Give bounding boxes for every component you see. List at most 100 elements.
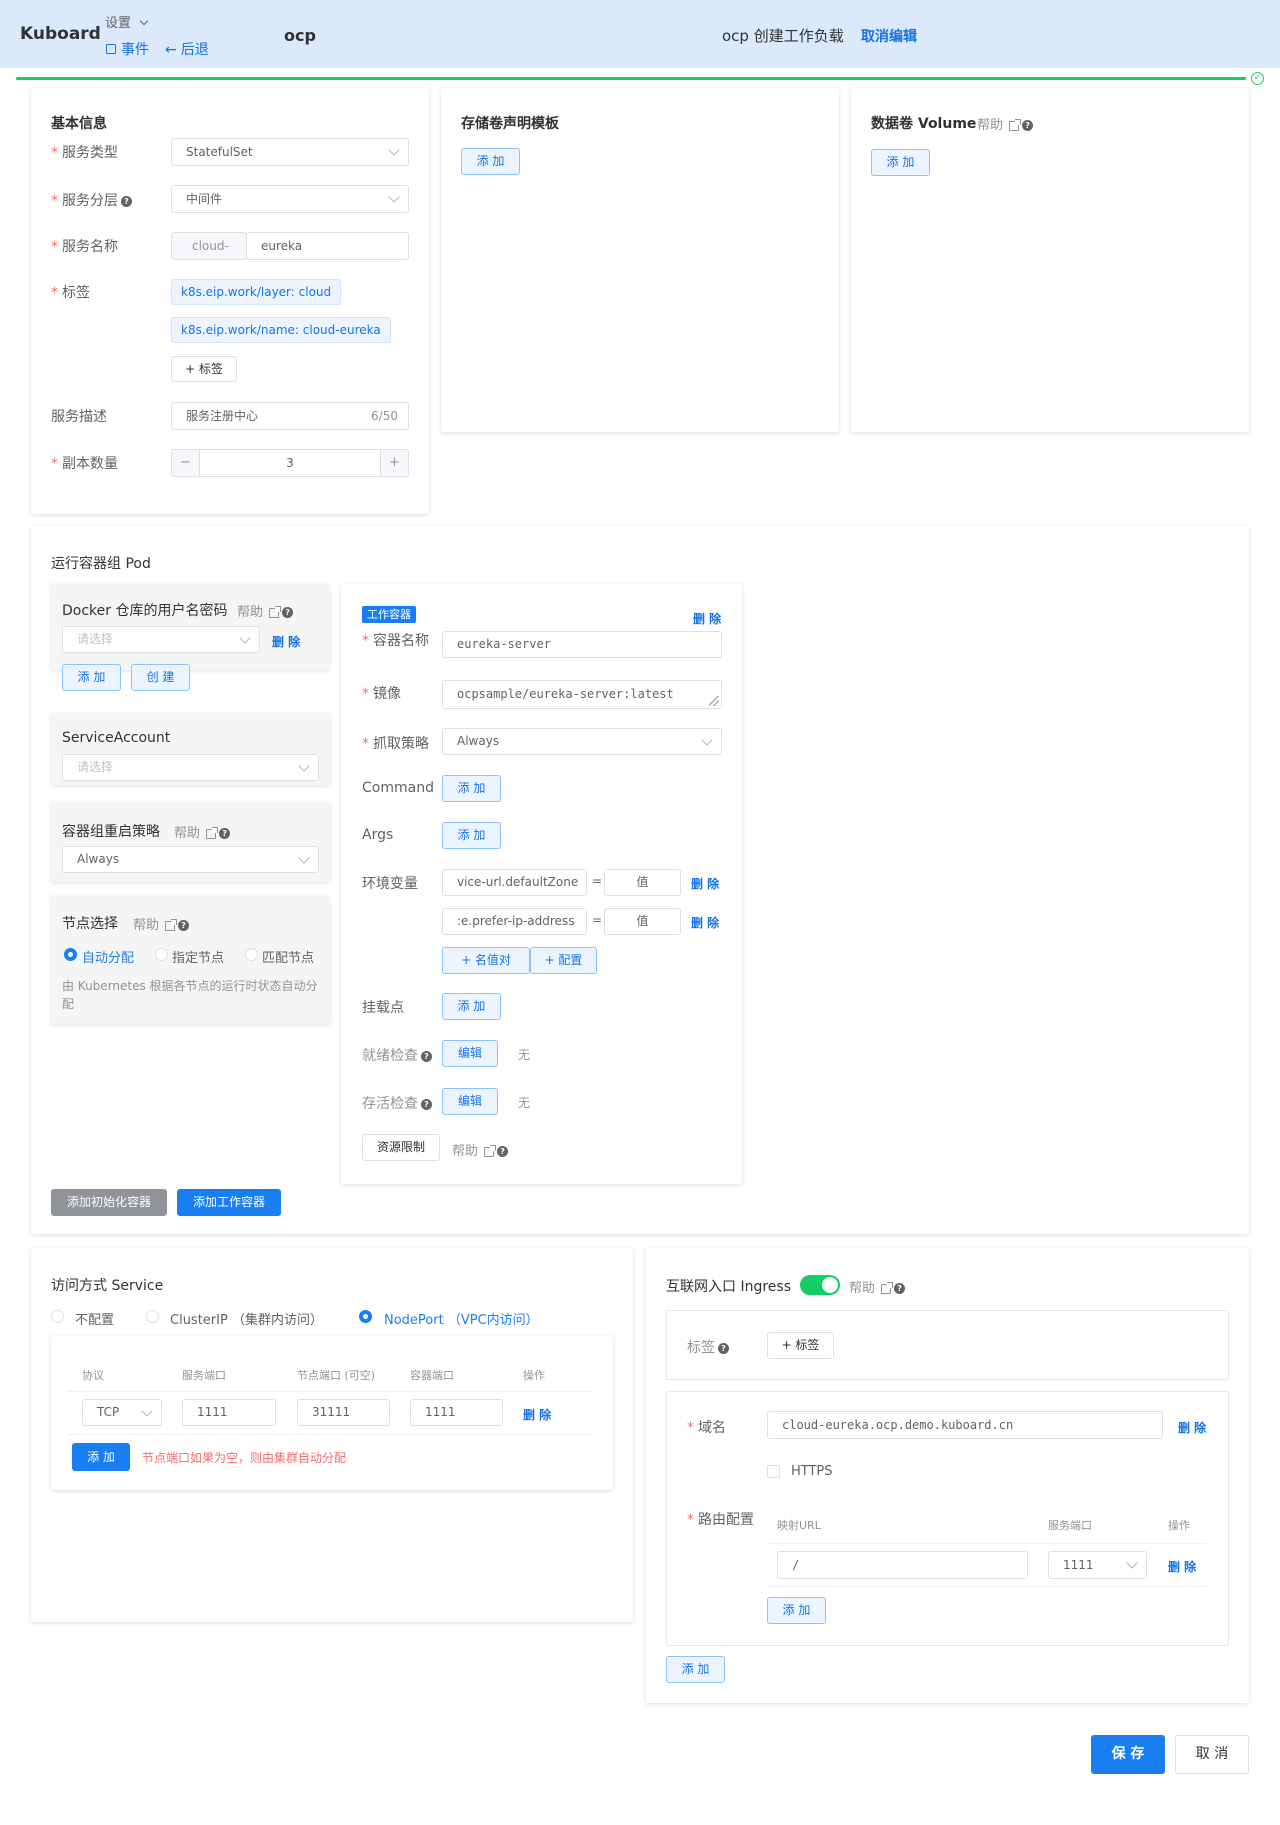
add-env-config-button[interactable]: + 配置 [530, 947, 597, 974]
add-route-button[interactable]: 添 加 [767, 1597, 826, 1624]
docker-delete-link[interactable]: 删 除 [272, 633, 300, 650]
help-icon[interactable]: ? [421, 1098, 432, 1110]
resource-limit-button[interactable]: 资源限制 [362, 1134, 440, 1161]
env-key-input[interactable]: vice-url.defaultZone [442, 869, 587, 896]
docker-create-button[interactable]: 创 建 [131, 664, 190, 691]
back-link[interactable]: ← 后退 [165, 39, 209, 59]
add-ingress-rule-button[interactable]: 添 加 [666, 1656, 725, 1683]
ingress-add-label-button[interactable]: + 标签 [767, 1332, 834, 1359]
add-pvc-button[interactable]: 添 加 [461, 148, 520, 175]
target-port-input[interactable]: 1111 [410, 1399, 503, 1426]
add-volume-button[interactable]: 添 加 [871, 149, 930, 176]
radio-nodeport[interactable] [359, 1310, 372, 1323]
edit-readiness-button[interactable]: 编辑 [442, 1040, 498, 1067]
env-key-input[interactable]: :e.prefer-ip-address [442, 908, 587, 935]
restart-help-link[interactable]: 帮助? [174, 822, 231, 841]
radio-specify-node-label[interactable]: 指定节点 [172, 947, 224, 966]
https-checkbox[interactable] [767, 1465, 780, 1478]
add-mount-button[interactable]: 添 加 [442, 993, 501, 1020]
replicas-plus-button[interactable]: + [380, 450, 408, 476]
help-icon[interactable]: ? [282, 607, 294, 618]
radio-clusterip[interactable] [146, 1310, 159, 1323]
add-command-button[interactable]: 添 加 [442, 775, 501, 802]
help-icon[interactable]: ? [894, 1283, 906, 1294]
service-desc-input[interactable]: 服务注册中心 6/50 [171, 402, 409, 430]
image-label: * 镜像 [362, 686, 401, 702]
external-link-icon [484, 1144, 497, 1157]
resource-help-link[interactable]: 帮助? [452, 1140, 509, 1159]
env-delete-link[interactable]: 删 除 [691, 875, 719, 892]
route-path-input[interactable]: / [777, 1551, 1028, 1579]
protocol-header: 协议 [82, 1369, 104, 1382]
radio-service-none-label[interactable]: 不配置 [75, 1309, 114, 1328]
docker-credentials-select[interactable]: 请选择 [62, 626, 260, 653]
chevron-down-icon [139, 16, 149, 26]
radio-clusterip-label[interactable]: ClusterIP （集群内访问） [170, 1309, 323, 1328]
route-delete-link[interactable]: 删 除 [1168, 1558, 1196, 1575]
add-port-button[interactable]: 添 加 [72, 1443, 130, 1471]
radio-nodeport-label[interactable]: NodePort （VPC内访问） [384, 1309, 539, 1328]
replicas-value[interactable]: 3 [200, 450, 380, 476]
https-label[interactable]: HTTPS [791, 1464, 833, 1479]
settings-menu[interactable]: 设置 [105, 12, 149, 31]
port-delete-link[interactable]: 删 除 [523, 1406, 551, 1423]
help-icon[interactable]: ? [178, 920, 190, 931]
label-tag[interactable]: k8s.eip.work/layer: cloud [171, 279, 342, 305]
service-layer-select[interactable]: 中间件 [171, 185, 409, 213]
node-help-link[interactable]: 帮助? [133, 914, 190, 933]
cancel-edit-link[interactable]: 取消编辑 [861, 26, 917, 46]
radio-service-none[interactable] [51, 1310, 64, 1323]
edit-liveness-button[interactable]: 编辑 [442, 1088, 498, 1115]
add-args-button[interactable]: 添 加 [442, 822, 501, 849]
volume-help-link[interactable]: 帮助? [977, 114, 1034, 133]
add-init-container-button[interactable]: 添加初始化容器 [51, 1189, 167, 1216]
cancel-button[interactable]: 取 消 [1175, 1735, 1249, 1774]
domain-input[interactable]: cloud-eureka.ocp.demo.kuboard.cn [767, 1411, 1163, 1439]
node-port-input[interactable]: 31111 [297, 1399, 390, 1426]
route-port-select[interactable]: 1111 [1048, 1551, 1147, 1579]
docker-add-button[interactable]: 添 加 [62, 664, 121, 691]
container-name-input[interactable]: eureka-server [442, 631, 722, 658]
toggle-knob [822, 1277, 838, 1293]
docker-help-link[interactable]: 帮助? [237, 601, 294, 620]
route-config-label: * 路由配置 [687, 1512, 754, 1528]
radio-match-node[interactable] [245, 948, 258, 961]
pod-title: 运行容器组 Pod [51, 556, 151, 572]
label-tag[interactable]: k8s.eip.work/name: cloud-eureka [171, 317, 391, 343]
pull-policy-select[interactable]: Always [442, 728, 722, 755]
service-port-input[interactable]: 1111 [182, 1399, 276, 1426]
radio-auto-assign-label[interactable]: 自动分配 [82, 947, 134, 966]
add-env-pair-button[interactable]: + 名值对 [442, 947, 530, 974]
events-link[interactable]: 事件 [106, 39, 149, 59]
add-work-container-button[interactable]: 添加工作容器 [177, 1189, 281, 1216]
env-delete-link[interactable]: 删 除 [691, 914, 719, 931]
env-value-input[interactable]: 值 [604, 908, 681, 935]
service-account-select[interactable]: 请选择 [62, 754, 319, 781]
route-ops-header: 操作 [1168, 1519, 1190, 1532]
help-icon[interactable]: ? [497, 1146, 509, 1157]
protocol-select[interactable]: TCP [82, 1399, 162, 1426]
add-label-button[interactable]: + 标签 [171, 356, 237, 382]
help-icon[interactable]: ? [1022, 120, 1034, 131]
image-input[interactable]: ocpsample/eureka-server:latest [442, 680, 722, 709]
help-icon[interactable]: ? [121, 195, 132, 207]
radio-match-node-label[interactable]: 匹配节点 [262, 947, 314, 966]
help-icon[interactable]: ? [421, 1050, 432, 1062]
help-icon[interactable]: ? [219, 828, 231, 839]
container-delete-link[interactable]: 删 除 [693, 610, 721, 627]
restart-policy-select[interactable]: Always [62, 846, 319, 873]
help-icon[interactable]: ? [718, 1342, 729, 1354]
ingress-toggle[interactable] [800, 1275, 840, 1295]
replicas-minus-button[interactable]: − [172, 450, 200, 476]
env-value-input[interactable]: 值 [604, 869, 681, 896]
radio-auto-assign[interactable] [64, 948, 77, 961]
service-type-select[interactable]: StatefulSet [171, 138, 409, 166]
service-name-input[interactable]: eureka [246, 232, 409, 260]
radio-specify-node[interactable] [155, 948, 168, 961]
brand-logo[interactable]: Kuboard [20, 24, 101, 44]
domain-delete-link[interactable]: 删 除 [1178, 1419, 1206, 1436]
labels-label: * 标签 [51, 285, 90, 301]
save-button[interactable]: 保 存 [1091, 1735, 1165, 1774]
ingress-help-link[interactable]: 帮助? [849, 1277, 906, 1296]
resize-handle-icon[interactable] [709, 696, 719, 706]
